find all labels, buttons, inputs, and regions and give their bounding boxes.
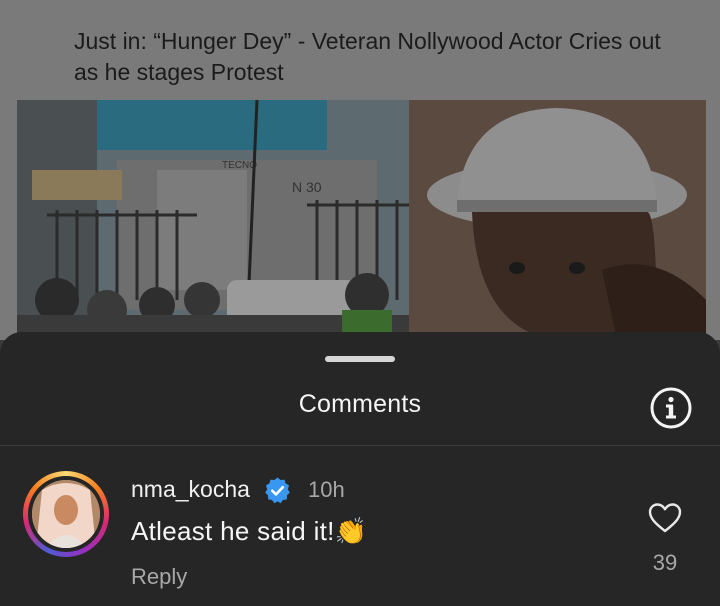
avatar-image bbox=[32, 480, 100, 548]
comment-timestamp: 10h bbox=[308, 477, 345, 502]
avatar[interactable] bbox=[23, 471, 109, 557]
sheet-title: Comments bbox=[298, 390, 422, 418]
comment-username[interactable]: nma_kocha bbox=[131, 476, 250, 503]
verified-badge-icon bbox=[263, 476, 292, 505]
drag-handle[interactable] bbox=[325, 356, 395, 362]
info-icon[interactable] bbox=[649, 386, 693, 430]
reply-button[interactable]: Reply bbox=[131, 564, 187, 590]
comments-sheet: Comments nma_kocha 10h Atleast he said i… bbox=[0, 332, 720, 606]
like-count: 39 bbox=[652, 550, 678, 575]
comment-item: nma_kocha 10h Atleast he said it!👏 Reply… bbox=[0, 446, 720, 606]
heart-icon[interactable] bbox=[648, 502, 682, 534]
comment-text: Atleast he said it!👏 bbox=[131, 516, 368, 546]
dim-overlay bbox=[0, 0, 720, 340]
